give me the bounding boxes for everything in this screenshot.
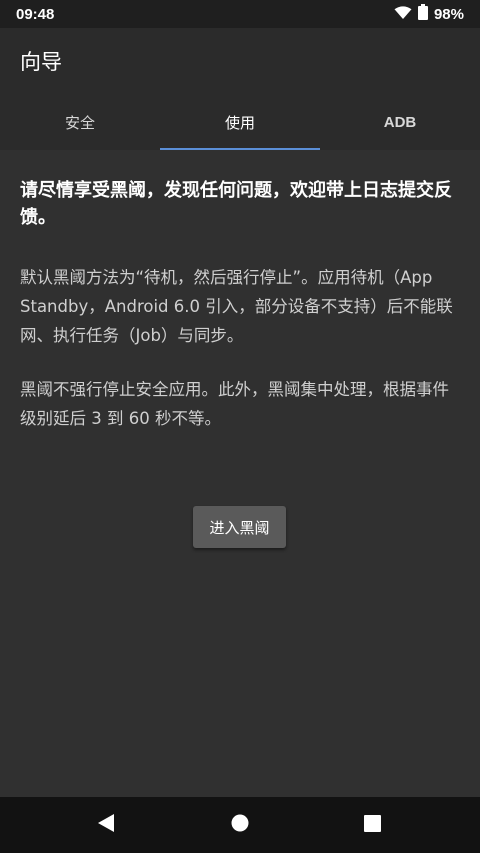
main-content: 请尽情享受黑阈，发现任何问题，欢迎带上日志提交反馈。 默认黑阈方法为“待机，然后… bbox=[20, 150, 460, 433]
description-paragraph-1: 默认黑阈方法为“待机，然后强行停止”。应用待机（App Standby，Andr… bbox=[20, 268, 453, 345]
home-icon bbox=[231, 814, 249, 836]
recents-button[interactable] bbox=[342, 797, 402, 853]
status-bar: 09:48 98% bbox=[0, 0, 480, 28]
recents-icon bbox=[363, 814, 381, 836]
tab-usage[interactable]: 使用 bbox=[160, 94, 320, 150]
intro-text: 请尽情享受黑阈，发现任何问题，欢迎带上日志提交反馈。 bbox=[20, 180, 452, 228]
tab-label: 使用 bbox=[224, 113, 255, 132]
tab-adb[interactable]: ADB bbox=[320, 94, 480, 150]
tab-label: 安全 bbox=[64, 113, 95, 132]
enter-button[interactable]: 进入黑阈 bbox=[193, 506, 286, 548]
wifi-icon bbox=[394, 5, 412, 24]
tab-security[interactable]: 安全 bbox=[0, 94, 160, 150]
status-icons: 98% bbox=[394, 4, 464, 24]
home-button[interactable] bbox=[210, 797, 270, 853]
back-button[interactable] bbox=[76, 797, 136, 853]
battery-percentage: 98% bbox=[433, 5, 464, 23]
app-bar: 向导 安全 使用 ADB bbox=[0, 28, 480, 150]
back-icon bbox=[97, 813, 115, 837]
tab-bar: 安全 使用 ADB bbox=[0, 94, 480, 150]
battery-icon bbox=[417, 4, 428, 24]
status-time: 09:48 bbox=[16, 5, 55, 23]
navigation-bar bbox=[0, 797, 480, 853]
page-title: 向导 bbox=[20, 50, 62, 74]
description-paragraph-2: 黑阈不强行停止安全应用。此外，黑阈集中处理，根据事件级别延后 3 到 60 秒不… bbox=[20, 380, 449, 428]
tab-label: ADB bbox=[383, 113, 417, 131]
